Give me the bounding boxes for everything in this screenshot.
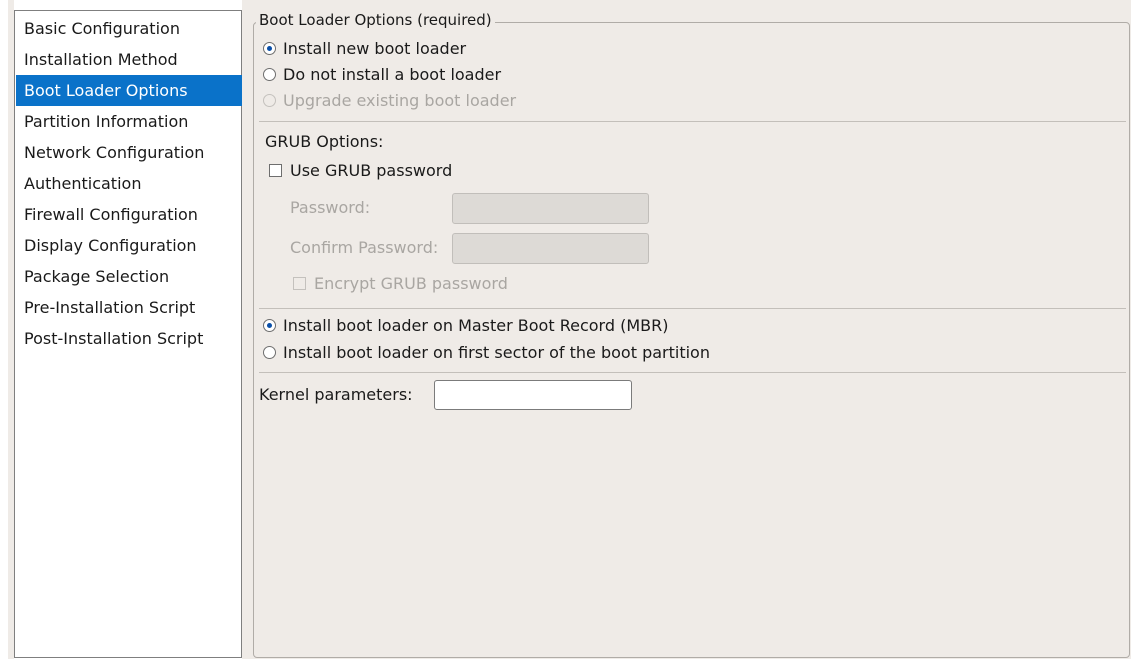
grub-options-heading: GRUB Options: bbox=[265, 132, 384, 151]
install-on-boot-partition-label: Install boot loader on first sector of t… bbox=[283, 343, 710, 362]
install-on-boot-partition-radio[interactable]: Install boot loader on first sector of t… bbox=[263, 342, 710, 364]
sidebar-item-boot-loader-options[interactable]: Boot Loader Options bbox=[16, 75, 242, 106]
do-not-install-boot-loader-label: Do not install a boot loader bbox=[283, 65, 502, 84]
install-on-mbr-label: Install boot loader on Master Boot Recor… bbox=[283, 316, 669, 335]
window-left-edge bbox=[0, 0, 8, 659]
sidebar-item-firewall-configuration[interactable]: Firewall Configuration bbox=[16, 199, 242, 230]
sidebar-item-post-installation-script[interactable]: Post-Installation Script bbox=[16, 323, 242, 354]
sidebar-item-installation-method[interactable]: Installation Method bbox=[16, 44, 242, 75]
radio-selected-icon bbox=[263, 41, 276, 55]
use-grub-password-label: Use GRUB password bbox=[290, 161, 453, 180]
install-new-boot-loader-radio[interactable]: Install new boot loader bbox=[263, 38, 466, 60]
sidebar-item-package-selection[interactable]: Package Selection bbox=[16, 261, 242, 292]
password-label: Password: bbox=[290, 198, 371, 217]
boot-loader-options-frame bbox=[253, 22, 1130, 658]
separator bbox=[259, 372, 1126, 373]
install-new-boot-loader-label: Install new boot loader bbox=[283, 39, 467, 58]
sidebar-item-network-configuration[interactable]: Network Configuration bbox=[16, 137, 242, 168]
confirm-password-field[interactable] bbox=[452, 233, 649, 264]
upgrade-existing-boot-loader-label: Upgrade existing boot loader bbox=[283, 91, 517, 110]
sidebar-item-partition-information[interactable]: Partition Information bbox=[16, 106, 242, 137]
encrypt-grub-password-label: Encrypt GRUB password bbox=[314, 274, 508, 293]
upgrade-existing-boot-loader-radio: Upgrade existing boot loader bbox=[263, 90, 516, 112]
encrypt-grub-password-checkbox: Encrypt GRUB password bbox=[293, 273, 508, 295]
do-not-install-boot-loader-radio[interactable]: Do not install a boot loader bbox=[263, 64, 501, 86]
kernel-parameters-input[interactable] bbox=[434, 380, 632, 410]
section-list[interactable]: Basic Configuration Installation Method … bbox=[14, 10, 242, 658]
checkbox-unchecked-icon bbox=[269, 163, 282, 177]
kernel-parameters-label: Kernel parameters: bbox=[259, 385, 413, 404]
radio-unselected-icon bbox=[263, 67, 276, 81]
sidebar-item-basic-configuration[interactable]: Basic Configuration bbox=[16, 13, 242, 44]
checkbox-disabled-icon bbox=[293, 276, 306, 290]
radio-disabled-icon bbox=[263, 93, 276, 107]
confirm-password-label: Confirm Password: bbox=[290, 238, 439, 257]
sidebar-item-authentication[interactable]: Authentication bbox=[16, 168, 242, 199]
install-on-mbr-radio[interactable]: Install boot loader on Master Boot Recor… bbox=[263, 315, 668, 337]
radio-selected-icon bbox=[263, 318, 276, 332]
separator bbox=[259, 121, 1126, 122]
separator bbox=[259, 308, 1126, 309]
password-field[interactable] bbox=[452, 193, 649, 224]
radio-unselected-icon bbox=[263, 345, 276, 359]
sidebar-item-display-configuration[interactable]: Display Configuration bbox=[16, 230, 242, 261]
use-grub-password-checkbox[interactable]: Use GRUB password bbox=[269, 160, 452, 182]
boot-loader-options-title: Boot Loader Options (required) bbox=[256, 10, 495, 30]
sidebar-item-pre-installation-script[interactable]: Pre-Installation Script bbox=[16, 292, 242, 323]
